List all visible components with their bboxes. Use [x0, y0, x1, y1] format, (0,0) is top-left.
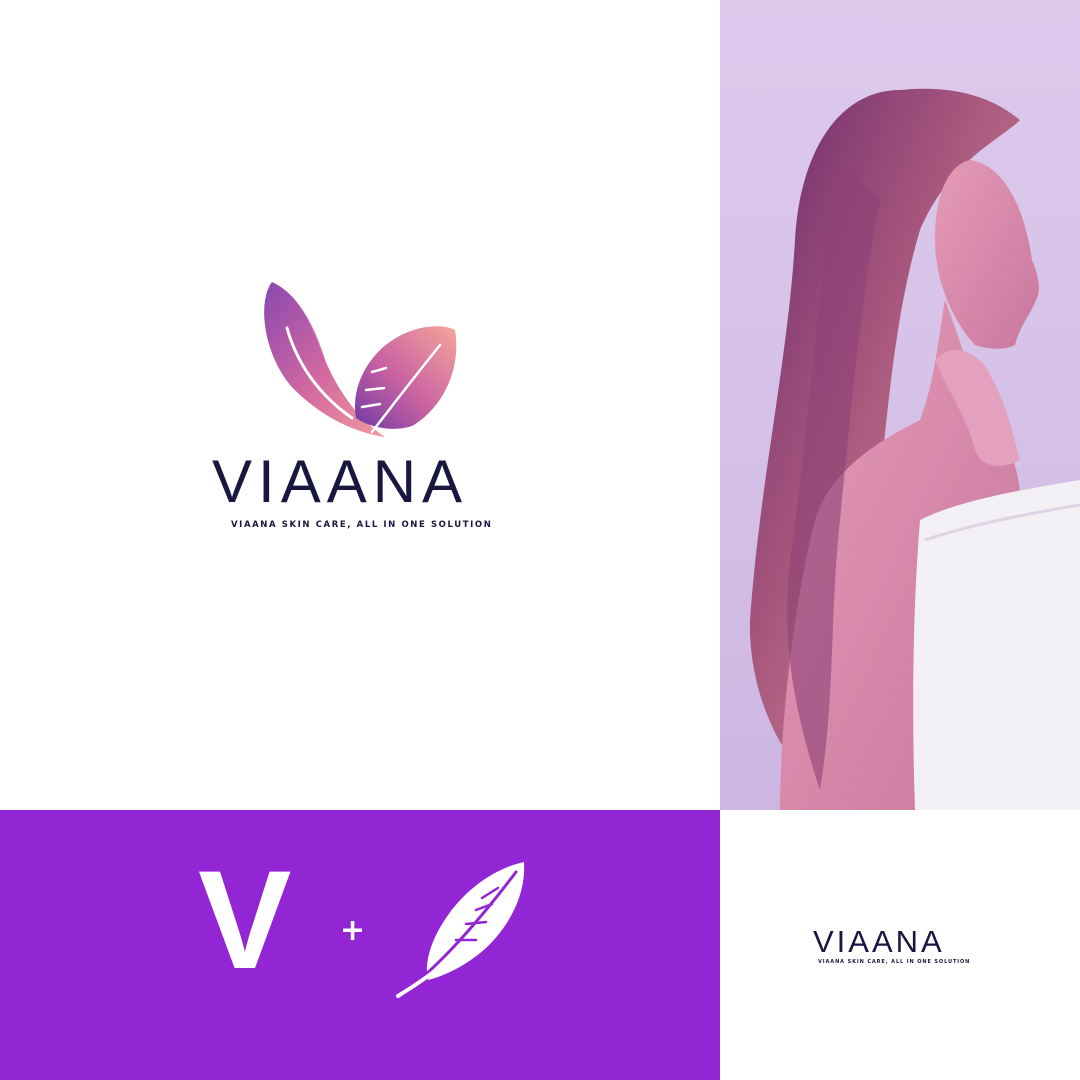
brand-wordmark: VIAANA — [212, 448, 469, 515]
right-feather-shape — [355, 326, 457, 429]
plus-sign: + — [340, 913, 366, 948]
woman-illustration — [749, 88, 1080, 810]
logo-panel: VIAANA VIAANA SKIN CARE, ALL IN ONE SOLU… — [0, 0, 720, 810]
feather-icon — [396, 862, 525, 998]
brand-tagline: VIAANA SKIN CARE, ALL IN ONE SOLUTION — [231, 520, 493, 530]
model-photo — [720, 0, 1080, 810]
mini-brand-wordmark: VIAANA — [813, 924, 945, 959]
feather-logo-mark — [264, 282, 457, 437]
v-letter: V — [198, 841, 292, 998]
mini-brand-tagline: VIAANA SKIN CARE, ALL IN ONE SOLUTION — [818, 959, 971, 965]
